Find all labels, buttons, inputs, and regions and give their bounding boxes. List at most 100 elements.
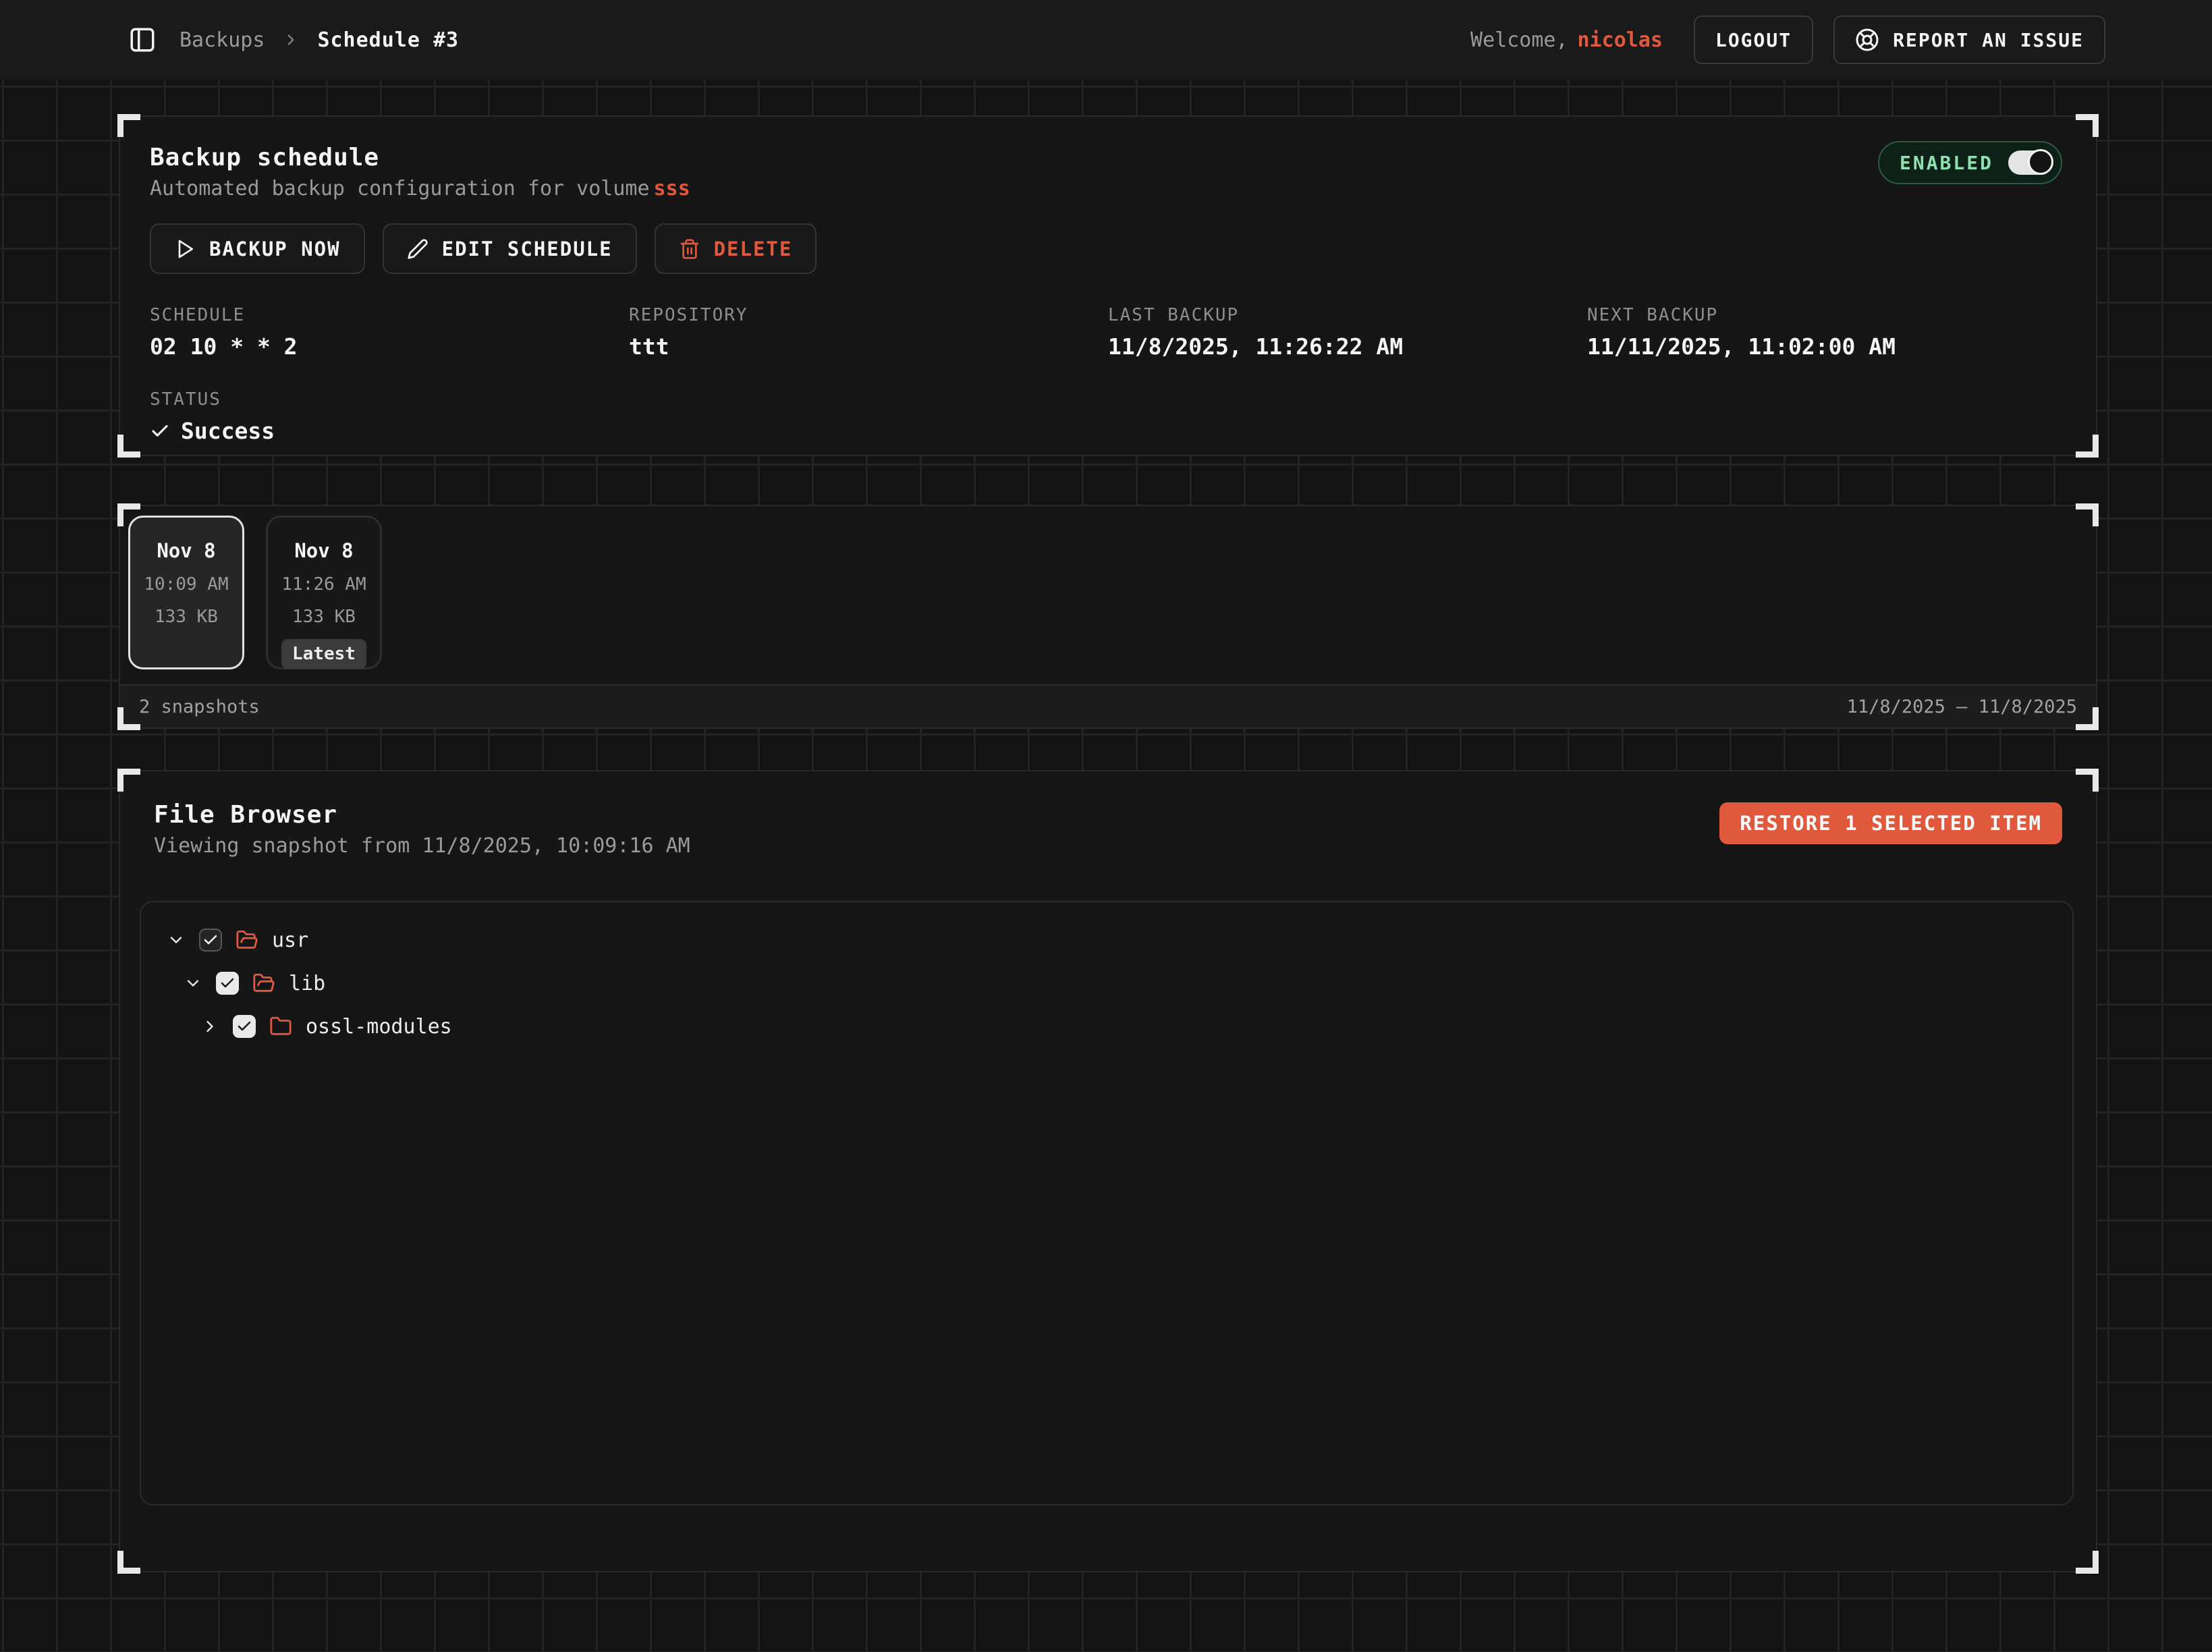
toggle-knob <box>2028 149 2053 175</box>
panel-left-icon <box>128 26 157 54</box>
sidebar-toggle-button[interactable] <box>128 26 157 54</box>
field-label: NEXT BACKUP <box>1587 305 2066 325</box>
snapshot-date-range: 11/8/2025 – 11/8/2025 <box>1847 696 2077 717</box>
schedule-subtitle: Automated backup configuration for volum… <box>150 177 2066 200</box>
page-title: Backup schedule <box>150 144 2066 171</box>
play-icon <box>174 238 196 260</box>
snapshot-card-selected[interactable]: Nov 8 10:09 AM 133 KB <box>128 516 244 669</box>
volume-name: sss <box>654 177 690 200</box>
snapshot-date: Nov 8 <box>294 539 353 562</box>
corner-bracket <box>117 503 140 526</box>
snapshot-date: Nov 8 <box>157 539 215 562</box>
tree-label: ossl-modules <box>306 1015 452 1039</box>
file-browser-header: File Browser Viewing snapshot from 11/8/… <box>154 801 2062 858</box>
edit-schedule-label: EDIT SCHEDULE <box>442 238 613 260</box>
tree-label: usr <box>272 929 308 952</box>
lifebuoy-icon <box>1855 28 1879 52</box>
chevron-right-icon <box>282 31 300 49</box>
breadcrumb-current: Schedule #3 <box>317 28 459 52</box>
field-value: ttt <box>629 333 1108 360</box>
latest-badge: Latest <box>281 639 366 669</box>
snapshot-size: 133 KB <box>155 607 218 627</box>
backup-now-label: BACKUP NOW <box>209 238 341 260</box>
username: nicolas <box>1578 28 1663 52</box>
corner-bracket <box>2076 503 2099 526</box>
tree-row-lib[interactable]: lib <box>141 962 2072 1005</box>
edit-schedule-button[interactable]: EDIT SCHEDULE <box>383 223 637 274</box>
snapshot-count: 2 snapshots <box>139 696 260 717</box>
field-schedule: SCHEDULE 02 10 * * 2 <box>150 305 629 360</box>
file-browser-panel: File Browser Viewing snapshot from 11/8/… <box>119 770 2097 1572</box>
field-repository: REPOSITORY ttt <box>629 305 1108 360</box>
welcome-text: Welcome, nicolas <box>1470 28 1663 52</box>
snapshot-size: 133 KB <box>292 607 356 627</box>
schedule-fields: SCHEDULE 02 10 * * 2 REPOSITORY ttt LAST… <box>150 305 2066 444</box>
chevron-down-icon[interactable] <box>167 931 186 949</box>
field-value: 02 10 * * 2 <box>150 333 629 360</box>
chevron-down-icon[interactable] <box>184 974 202 993</box>
snapshot-time: 11:26 AM <box>281 574 366 595</box>
snapshot-card-latest[interactable]: Nov 8 11:26 AM 133 KB Latest <box>266 516 382 669</box>
corner-bracket <box>117 114 140 137</box>
schedule-actions: BACKUP NOW EDIT SCHEDULE DELETE <box>150 223 2066 274</box>
file-browser-subtitle: Viewing snapshot from 11/8/2025, 10:09:1… <box>154 834 690 858</box>
field-value: 11/8/2025, 11:26:22 AM <box>1108 333 1587 360</box>
field-label: SCHEDULE <box>150 305 629 325</box>
enabled-pill: ENABLED <box>1878 141 2062 184</box>
restore-button[interactable]: RESTORE 1 SELECTED ITEM <box>1719 802 2062 844</box>
corner-bracket <box>117 1551 140 1574</box>
folder-open-icon <box>252 972 275 995</box>
check-icon <box>150 421 170 441</box>
field-next-backup: NEXT BACKUP 11/11/2025, 11:02:00 AM <box>1587 305 2066 360</box>
main-content: Backup schedule Automated backup configu… <box>0 115 2212 1572</box>
checkbox-ossl-modules[interactable] <box>233 1015 256 1038</box>
file-tree: usr lib <box>140 901 2074 1506</box>
topbar: Backups Schedule #3 Welcome, nicolas LOGO… <box>0 0 2212 80</box>
chevron-right-icon[interactable] <box>200 1017 219 1036</box>
corner-bracket <box>117 769 140 792</box>
field-label: REPOSITORY <box>629 305 1108 325</box>
status-value: Success <box>150 418 629 444</box>
report-issue-label: REPORT AN ISSUE <box>1893 29 2084 51</box>
tree-row-ossl-modules[interactable]: ossl-modules <box>141 1005 2072 1048</box>
corner-bracket <box>2076 435 2099 458</box>
file-browser-title: File Browser <box>154 801 690 829</box>
enabled-toggle[interactable] <box>2008 150 2053 175</box>
checkbox-usr[interactable] <box>199 929 222 952</box>
app-root: Backups Schedule #3 Welcome, nicolas LOGO… <box>0 0 2212 1652</box>
tree-row-usr[interactable]: usr <box>141 918 2072 962</box>
field-value: 11/11/2025, 11:02:00 AM <box>1587 333 2066 360</box>
logout-button[interactable]: LOGOUT <box>1694 16 1813 64</box>
enabled-label: ENABLED <box>1900 152 1993 174</box>
field-label: LAST BACKUP <box>1108 305 1587 325</box>
corner-bracket <box>117 707 140 730</box>
backup-now-button[interactable]: BACKUP NOW <box>150 223 365 274</box>
pencil-icon <box>407 238 428 260</box>
folder-icon <box>269 1015 292 1038</box>
backup-schedule-panel: Backup schedule Automated backup configu… <box>119 115 2097 456</box>
tree-label: lib <box>289 972 325 995</box>
field-status: STATUS Success <box>150 389 629 444</box>
field-last-backup: LAST BACKUP 11/8/2025, 11:26:22 AM <box>1108 305 1587 360</box>
corner-bracket <box>117 435 140 458</box>
status-text: Success <box>181 418 275 444</box>
folder-open-icon <box>236 929 258 952</box>
corner-bracket <box>2076 769 2099 792</box>
delete-label: DELETE <box>714 238 793 260</box>
breadcrumb-backups[interactable]: Backups <box>179 28 265 52</box>
snapshots-panel: Nov 8 10:09 AM 133 KB Nov 8 11:26 AM 133… <box>119 505 2097 729</box>
trash-icon <box>679 238 700 260</box>
snapshots-footer: 2 snapshots 11/8/2025 – 11/8/2025 <box>120 684 2096 727</box>
corner-bracket <box>2076 114 2099 137</box>
subtitle-text: Automated backup configuration for volum… <box>150 177 650 200</box>
report-issue-button[interactable]: REPORT AN ISSUE <box>1833 16 2105 64</box>
corner-bracket <box>2076 1551 2099 1574</box>
field-label: STATUS <box>150 389 629 410</box>
breadcrumb: Backups Schedule #3 <box>179 28 459 52</box>
snapshot-list: Nov 8 10:09 AM 133 KB Nov 8 11:26 AM 133… <box>128 516 2088 669</box>
checkbox-lib[interactable] <box>216 972 239 995</box>
delete-button[interactable]: DELETE <box>655 223 817 274</box>
corner-bracket <box>2076 707 2099 730</box>
welcome-prefix: Welcome, <box>1470 28 1568 52</box>
snapshot-time: 10:09 AM <box>144 574 228 595</box>
